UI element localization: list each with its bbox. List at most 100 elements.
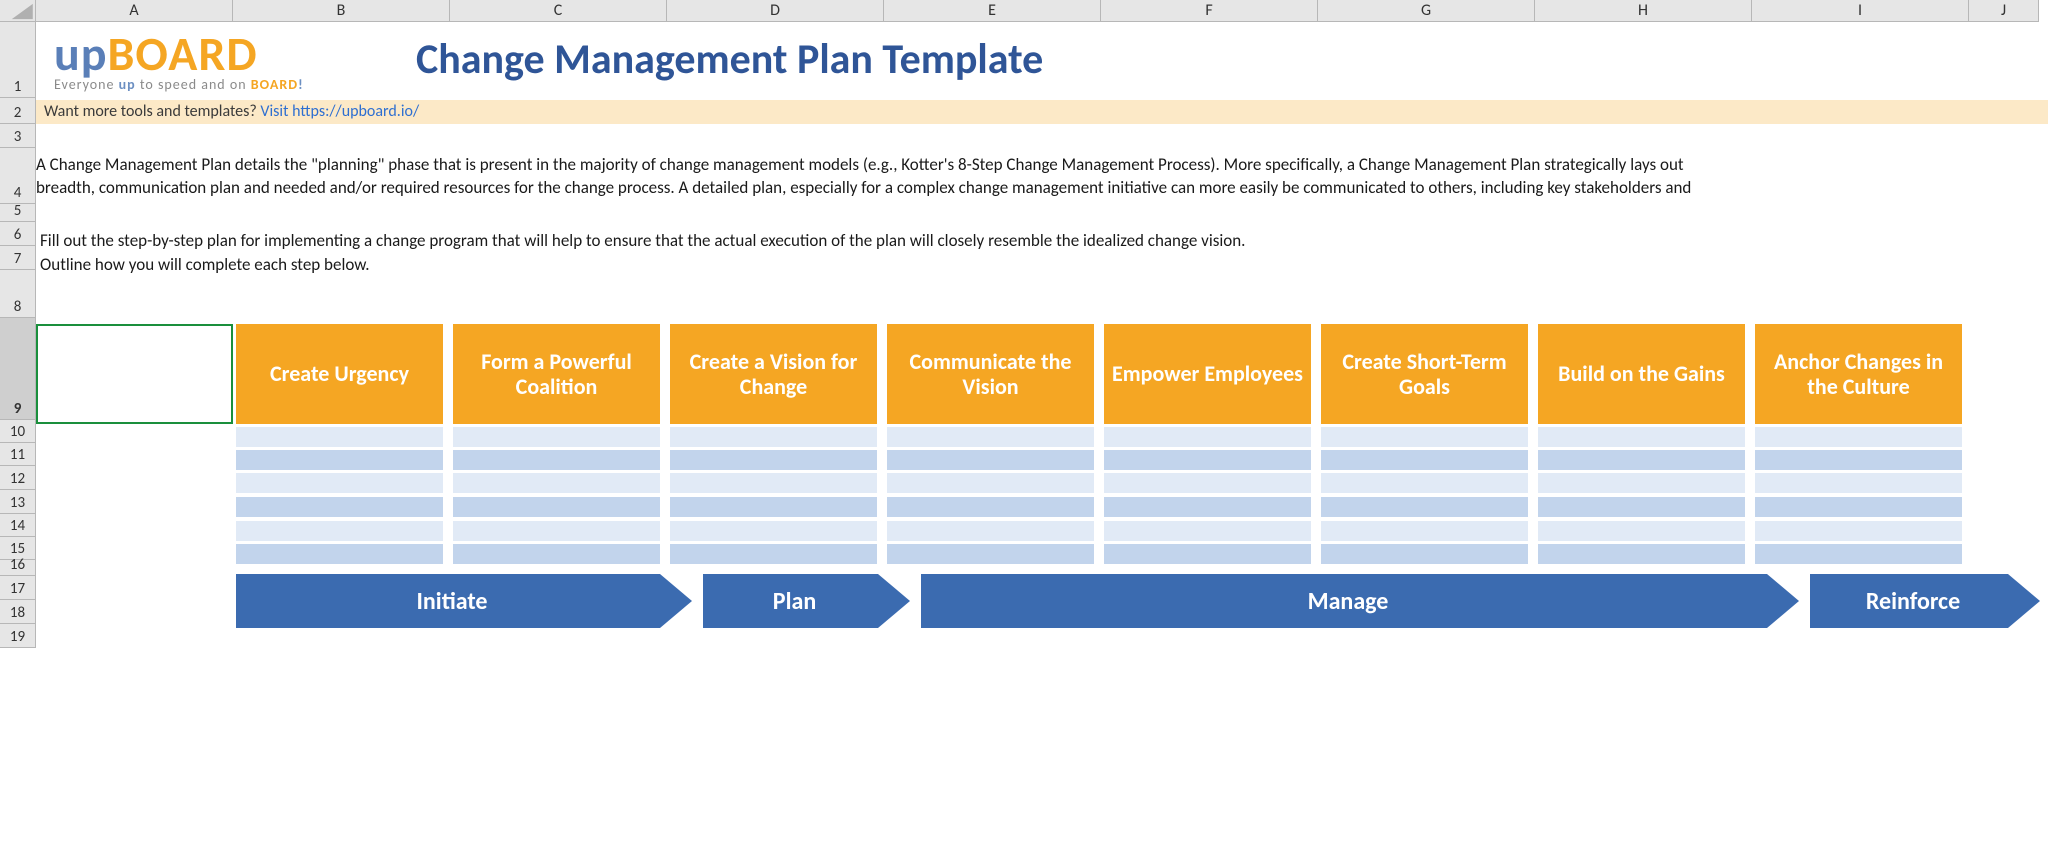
kotter-step-header[interactable]: Build on the Gains [1538, 324, 1745, 424]
row-header[interactable]: 19 [0, 624, 36, 648]
column-header[interactable]: C [450, 0, 667, 22]
plan-cell[interactable] [887, 473, 1094, 493]
plan-cell[interactable] [236, 521, 443, 541]
plan-cell[interactable] [1538, 521, 1745, 541]
plan-cell[interactable] [1755, 427, 1962, 447]
plan-cell[interactable] [1321, 497, 1528, 517]
plan-cell[interactable] [1538, 473, 1745, 493]
row-header[interactable]: 9 [0, 318, 36, 420]
kotter-step-header[interactable]: Anchor Changes in the Culture [1755, 324, 1962, 424]
plan-cell[interactable] [1538, 427, 1745, 447]
plan-cell[interactable] [1321, 521, 1528, 541]
row-header[interactable]: 7 [0, 246, 36, 270]
plan-cell[interactable] [1755, 473, 1962, 493]
instruction-1: Fill out the step-by-step plan for imple… [40, 230, 2048, 251]
table-row [236, 427, 1962, 447]
tagline-exclaim: ! [298, 76, 304, 93]
column-header[interactable]: E [884, 0, 1101, 22]
instruction-2: Outline how you will complete each step … [40, 254, 2048, 275]
plan-cell[interactable] [887, 450, 1094, 470]
kotter-step-header[interactable]: Create Urgency [236, 324, 443, 424]
column-header[interactable]: B [233, 0, 450, 22]
column-header[interactable]: H [1535, 0, 1752, 22]
plan-cell[interactable] [1538, 497, 1745, 517]
phase-initiate: Initiate [236, 574, 692, 628]
plan-cell[interactable] [453, 497, 660, 517]
upboard-logo: upBOARD Everyone up to speed and on BOAR… [54, 30, 364, 93]
kotter-step-header[interactable]: Empower Employees [1104, 324, 1311, 424]
plan-cell[interactable] [887, 521, 1094, 541]
promo-link[interactable]: Visit https://upboard.io/ [260, 102, 419, 121]
plan-cell[interactable] [887, 544, 1094, 564]
row-header[interactable]: 17 [0, 576, 36, 600]
plan-cell[interactable] [670, 473, 877, 493]
plan-cell[interactable] [670, 450, 877, 470]
plan-cell[interactable] [670, 497, 877, 517]
plan-cell[interactable] [1755, 521, 1962, 541]
row-header[interactable]: 16 [0, 560, 36, 576]
plan-cell[interactable] [1104, 450, 1311, 470]
row-header[interactable]: 4 [0, 148, 36, 204]
plan-cell[interactable] [236, 473, 443, 493]
table-row [236, 450, 1962, 470]
row-header[interactable]: 6 [0, 222, 36, 246]
row-header[interactable]: 18 [0, 600, 36, 624]
cell-area[interactable]: upBOARD Everyone up to speed and on BOAR… [36, 22, 2048, 848]
plan-cell[interactable] [453, 544, 660, 564]
column-header[interactable]: D [667, 0, 884, 22]
plan-cell[interactable] [1321, 473, 1528, 493]
kotter-step-header[interactable]: Communicate the Vision [887, 324, 1094, 424]
plan-cell[interactable] [1104, 427, 1311, 447]
plan-cell[interactable] [1104, 473, 1311, 493]
select-all-corner[interactable] [0, 0, 36, 22]
plan-cell[interactable] [1538, 450, 1745, 470]
row-header[interactable]: 5 [0, 204, 36, 222]
plan-cell[interactable] [1104, 497, 1311, 517]
plan-cell[interactable] [453, 427, 660, 447]
row-header[interactable]: 12 [0, 466, 36, 490]
column-header[interactable]: J [1969, 0, 2039, 22]
plan-cell[interactable] [1755, 450, 1962, 470]
row-header[interactable]: 8 [0, 270, 36, 318]
plan-cell[interactable] [670, 427, 877, 447]
page-title: Change Management Plan Template [416, 34, 1043, 85]
plan-cell[interactable] [1104, 521, 1311, 541]
kotter-step-header[interactable]: Create Short-Term Goals [1321, 324, 1528, 424]
plan-cell[interactable] [1321, 544, 1528, 564]
plan-cell[interactable] [453, 473, 660, 493]
plan-cell[interactable] [236, 544, 443, 564]
kotter-step-header[interactable]: Create a Vision for Change [670, 324, 877, 424]
promo-bar: Want more tools and templates? Visit htt… [36, 100, 2048, 124]
column-header[interactable]: I [1752, 0, 1969, 22]
plan-cell[interactable] [236, 497, 443, 517]
plan-cell[interactable] [1321, 450, 1528, 470]
plan-cell[interactable] [670, 544, 877, 564]
row-header[interactable]: 3 [0, 124, 36, 148]
phase-label: Reinforce [1810, 574, 2040, 628]
row-header[interactable]: 11 [0, 443, 36, 466]
plan-cell[interactable] [887, 427, 1094, 447]
plan-cell[interactable] [1104, 544, 1311, 564]
phase-label: Plan [703, 574, 910, 628]
plan-cell[interactable] [236, 450, 443, 470]
row-header[interactable]: 1 [0, 22, 36, 98]
paragraph-line-2: breadth, communication plan and needed a… [36, 177, 2040, 200]
plan-cell[interactable] [1538, 544, 1745, 564]
plan-cell[interactable] [236, 427, 443, 447]
plan-cell[interactable] [670, 521, 877, 541]
row-header[interactable]: 14 [0, 514, 36, 537]
plan-cell[interactable] [453, 521, 660, 541]
row-header[interactable]: 13 [0, 490, 36, 514]
phase-label: Initiate [236, 574, 692, 628]
plan-cell[interactable] [1321, 427, 1528, 447]
column-header[interactable]: A [36, 0, 233, 22]
plan-cell[interactable] [1755, 544, 1962, 564]
row-header[interactable]: 2 [0, 98, 36, 124]
column-header[interactable]: G [1318, 0, 1535, 22]
kotter-step-header[interactable]: Form a Powerful Coalition [453, 324, 660, 424]
column-header[interactable]: F [1101, 0, 1318, 22]
plan-cell[interactable] [1755, 497, 1962, 517]
plan-cell[interactable] [887, 497, 1094, 517]
plan-cell[interactable] [453, 450, 660, 470]
row-header[interactable]: 10 [0, 420, 36, 443]
